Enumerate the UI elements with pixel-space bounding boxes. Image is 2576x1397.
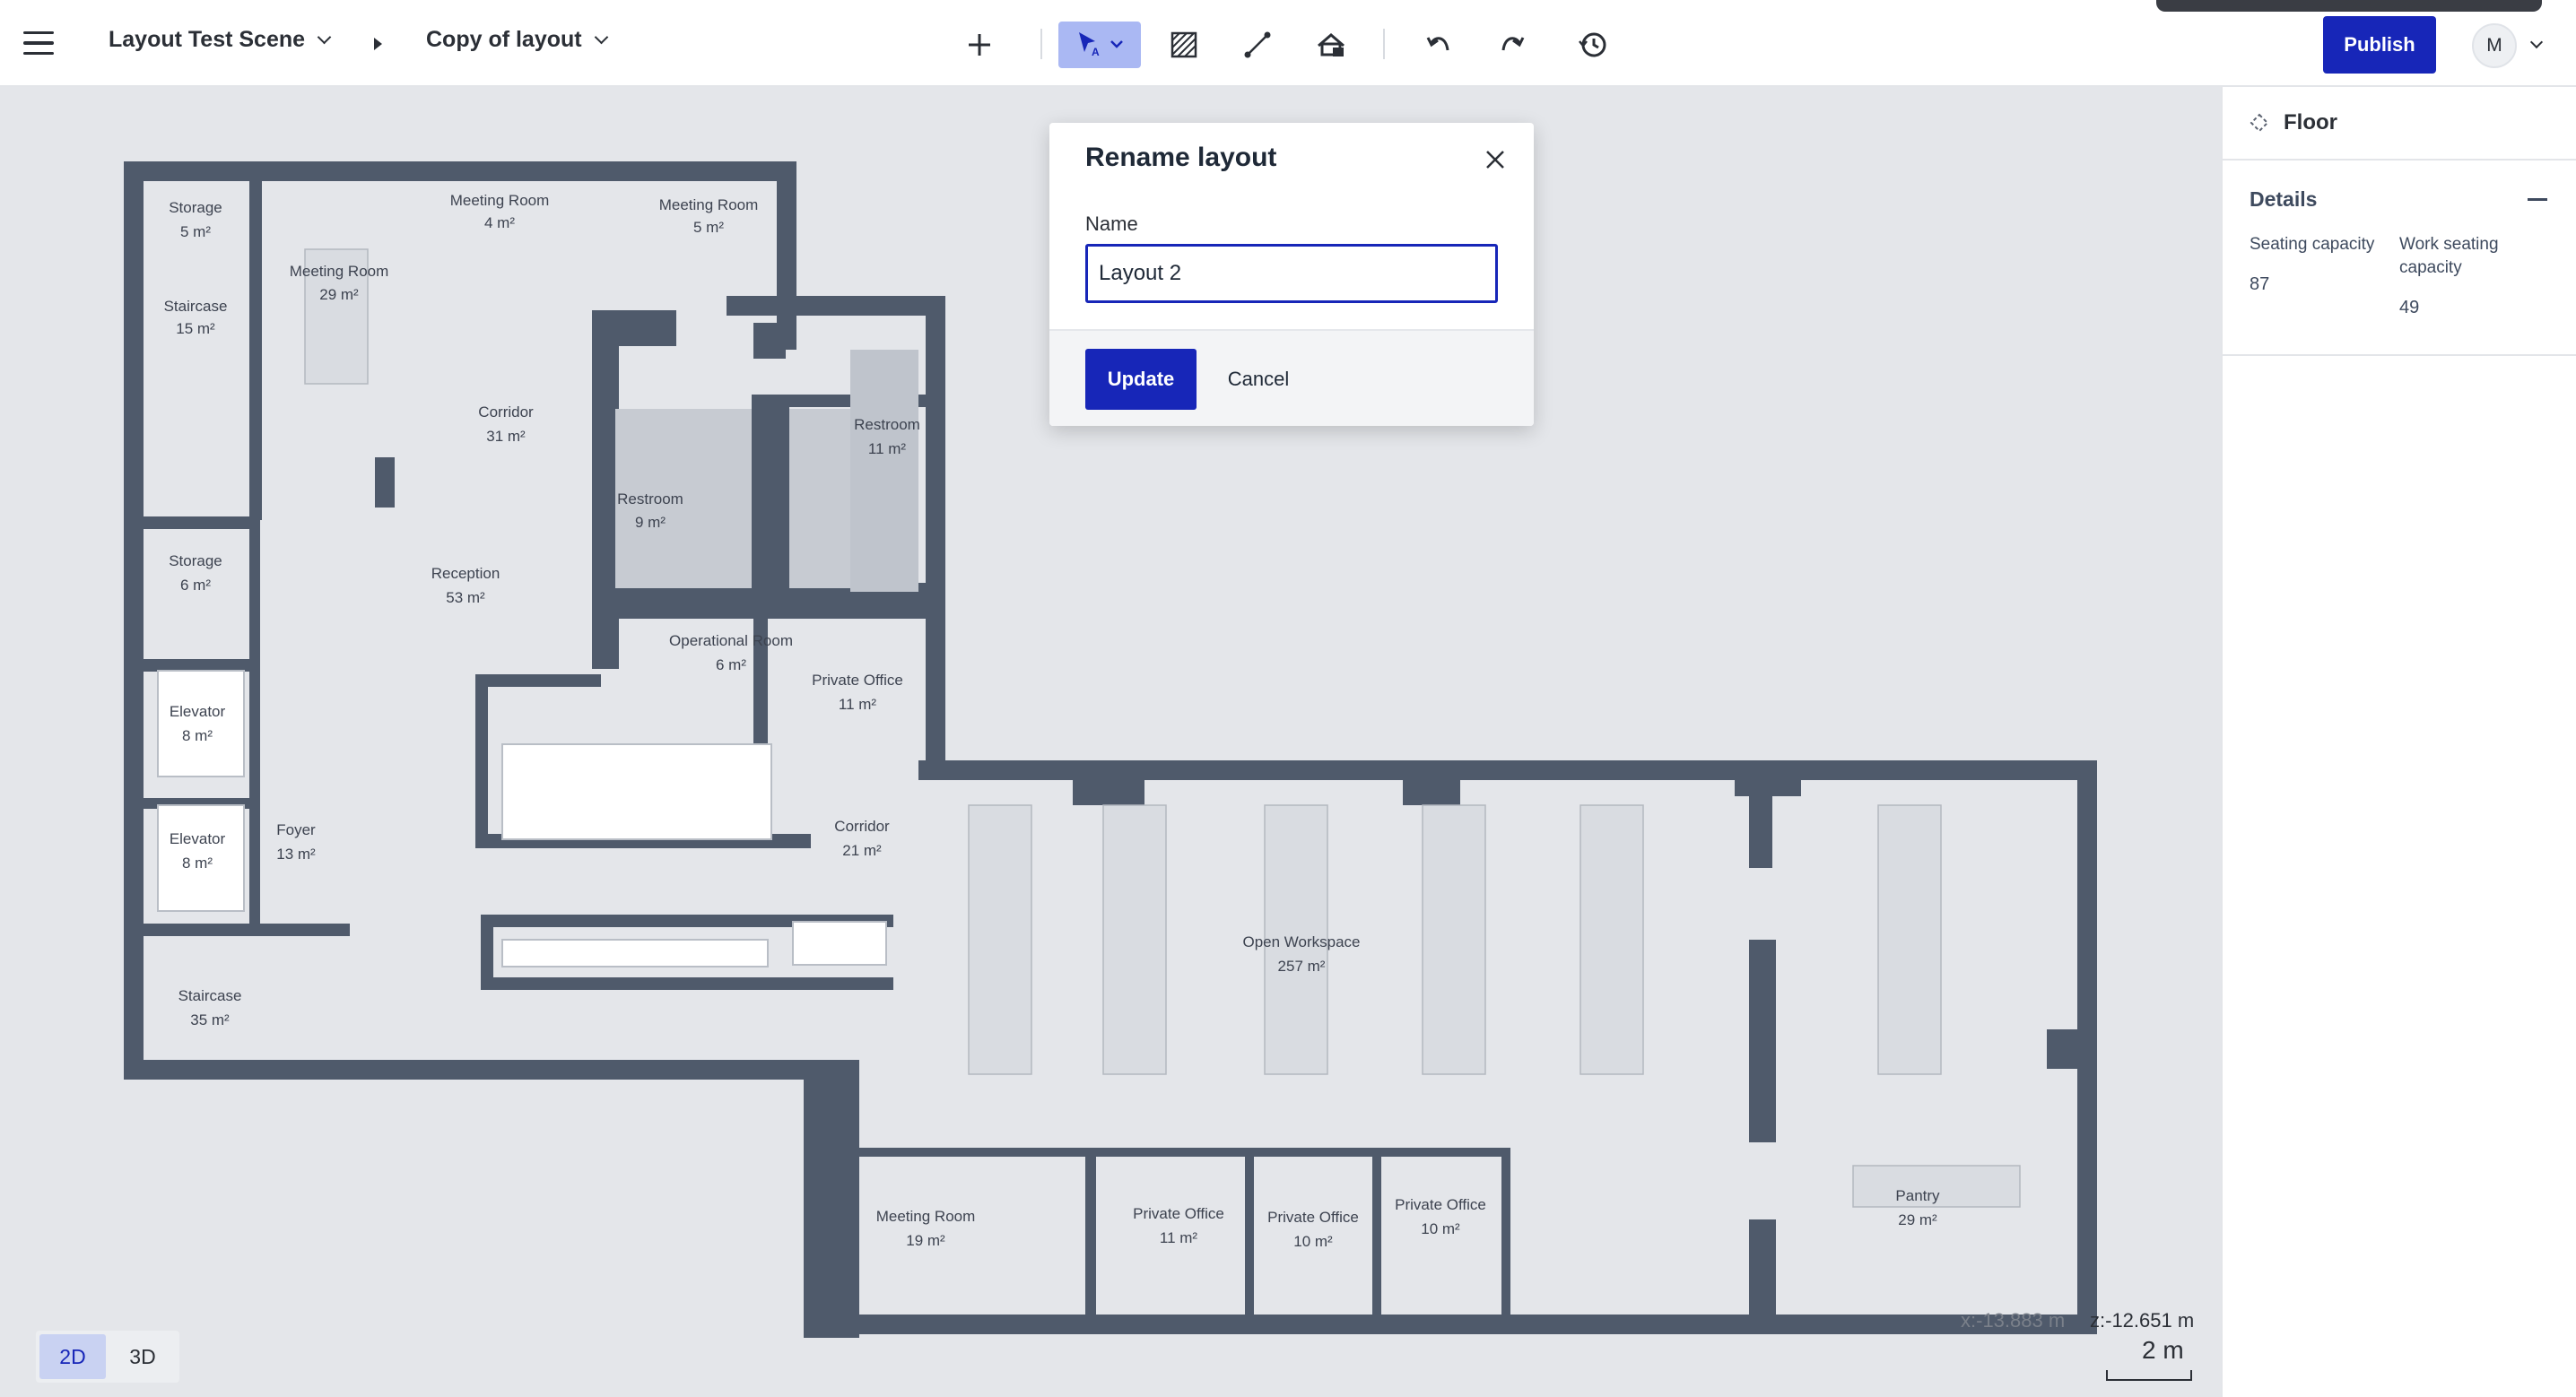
redo-icon[interactable] [1489,22,1536,68]
seating-capacity: Seating capacity 87 [2250,233,2399,318]
room-name: Meeting Room [450,192,550,209]
room-area: 6 m² [180,577,211,594]
room-area: 10 m² [1421,1220,1460,1237]
top-notification-strip [2156,0,2542,12]
room-name: Reception [431,565,500,582]
top-bar: Layout Test Scene Copy of layout A Publi… [0,0,2576,87]
breadcrumb-arrow-icon [374,38,382,50]
publish-button[interactable]: Publish [2323,16,2436,74]
room-area: 11 m² [1160,1229,1198,1246]
chevron-down-icon [594,30,608,45]
cancel-button[interactable]: Cancel [1218,349,1299,410]
properties-panel: Floor Details Seating capacity 87 Work s… [2221,87,2576,1397]
room-name: Corridor [478,403,534,421]
room-name: Storage [169,199,222,216]
room-area: 4 m² [484,214,515,231]
toolbar-divider [1383,29,1385,59]
layout-name: Copy of layout [426,27,582,52]
work-seating-capacity-label: Work seating capacity [2399,235,2499,277]
room-area: 35 m² [190,1011,230,1028]
room-name: Elevator [170,830,226,847]
scene-name: Layout Test Scene [109,27,306,52]
room-area: 8 m² [182,855,213,872]
seating-capacity-label: Seating capacity [2250,235,2375,254]
room-area: 15 m² [176,320,215,337]
seating-capacity-value: 87 [2250,274,2270,294]
view-3d-button[interactable]: 3D [109,1334,176,1379]
details-title: Details [2250,187,2318,211]
room-area: 21 m² [842,842,882,859]
room-name: Private Office [1267,1209,1359,1226]
scale-bar [2106,1370,2192,1381]
z-coordinate: z:-12.651 m [2090,1309,2195,1332]
room-name: Restroom [854,416,920,433]
room-name: Operational Room [669,632,793,649]
room-name: Open Workspace [1242,933,1360,950]
svg-text:A: A [1092,46,1100,58]
room-name: Private Office [1133,1205,1224,1222]
scene-selector[interactable]: Layout Test Scene [109,27,332,53]
view-2d-button[interactable]: 2D [39,1334,106,1379]
floor-icon [2250,113,2269,133]
room-area: 257 m² [1278,958,1326,975]
room-name: Restroom [617,490,683,508]
room-name: Meeting Room [659,196,759,213]
line-draw-icon[interactable] [1234,22,1281,68]
x-coordinate: x:-13.883 m [1961,1309,2066,1332]
work-seating-capacity-value: 49 [2399,298,2420,317]
work-seating-capacity: Work seating capacity 49 [2399,233,2549,318]
room-name: Pantry [1895,1187,1940,1204]
room-area: 11 m² [839,696,877,713]
room-name: Meeting Room [876,1208,976,1225]
room-name: Meeting Room [290,263,389,280]
room-area: 53 m² [446,589,485,606]
dialog-title: Rename layout [1085,143,1277,172]
layout-selector[interactable]: Copy of layout [426,27,608,53]
room-name: Staircase [178,987,242,1004]
room-area: 11 m² [868,440,907,457]
chevron-down-icon[interactable] [2529,35,2544,49]
layout-name-input[interactable] [1085,244,1498,303]
room-name: Private Office [1395,1196,1486,1213]
room-area: 9 m² [635,514,666,531]
room-area: 10 m² [1293,1233,1333,1250]
room-name: Private Office [812,672,903,689]
room-name: Foyer [276,821,316,838]
room-name: Corridor [834,818,890,835]
panel-title: Floor [2284,110,2337,134]
plus-icon[interactable] [956,22,1003,68]
hatch-area-icon[interactable] [1161,22,1207,68]
room-area: 31 m² [486,428,526,445]
room-area: 6 m² [716,656,746,673]
details-section: Details Seating capacity 87 Work seating… [2223,161,2576,356]
undo-icon[interactable] [1415,22,1462,68]
rename-layout-dialog: Rename layout Name Update Cancel [1049,123,1534,426]
update-button[interactable]: Update [1085,349,1197,410]
dialog-footer: Update Cancel [1049,329,1534,426]
room-area: 5 m² [693,219,724,236]
toolbar-divider [1040,29,1042,59]
room-area: 8 m² [182,727,213,744]
room-name: Staircase [164,298,228,315]
menu-icon[interactable] [23,25,63,61]
close-icon[interactable] [1480,144,1510,175]
select-cursor-icon[interactable]: A [1058,22,1141,68]
avatar[interactable]: M [2472,23,2517,68]
room-name: Elevator [170,703,226,720]
view-mode-toggle: 2D 3D [36,1331,179,1383]
chevron-down-icon [317,30,332,45]
furniture-icon[interactable] [1308,22,1354,68]
room-area: 13 m² [276,846,316,863]
room-area: 19 m² [906,1232,945,1249]
room-name: Storage [169,552,222,569]
room-area: 29 m² [1898,1211,1937,1228]
room-area: 29 m² [319,286,359,303]
history-icon[interactable] [1570,22,1616,68]
scale-label: 2 m [2142,1336,2184,1364]
panel-header: Floor [2223,87,2576,161]
room-area: 5 m² [180,223,211,240]
collapse-icon[interactable] [2526,188,2549,212]
name-label: Name [1085,213,1138,235]
